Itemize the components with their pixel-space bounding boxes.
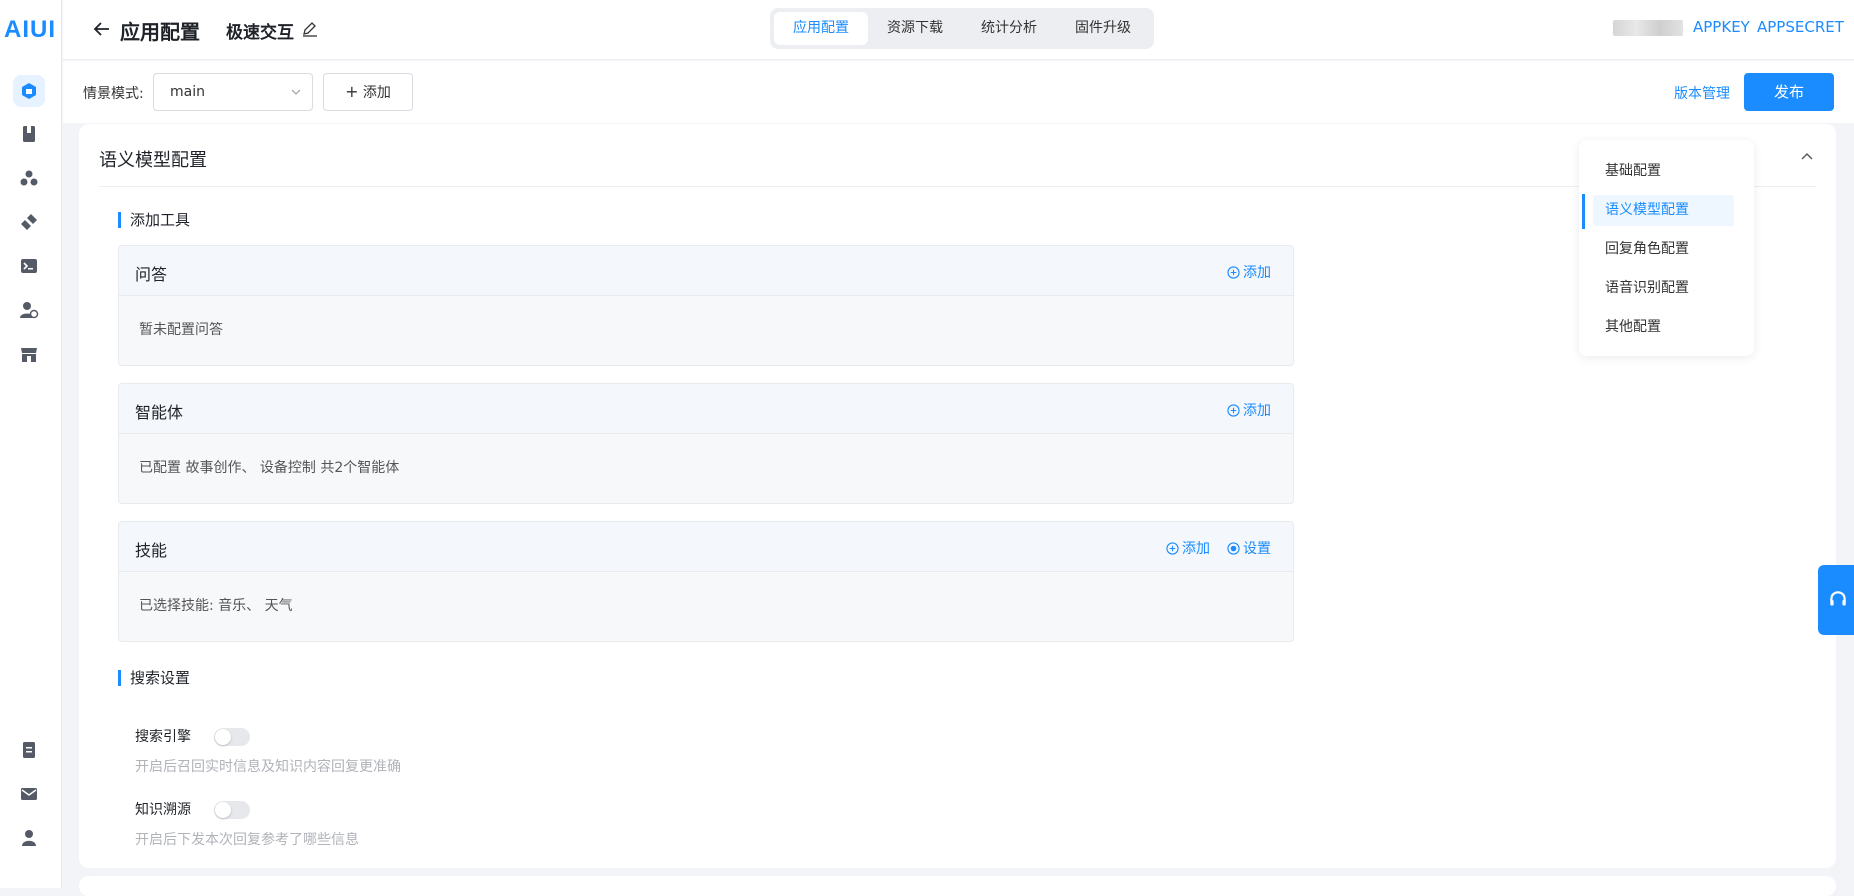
app-name: 极速交互: [226, 23, 294, 43]
tool-header: 智能体 添加: [119, 384, 1293, 434]
tool-agents: 智能体 添加 已配置 故事创作、 设备控制 共2个智能体: [118, 383, 1294, 504]
add-skill-button[interactable]: 添加: [1166, 538, 1210, 558]
add-label: 添加: [1182, 541, 1210, 557]
skill-settings-button[interactable]: 设置: [1227, 538, 1271, 558]
tab-firmware-upgrade[interactable]: 固件升级: [1056, 12, 1150, 45]
sidebar-item-profile[interactable]: [13, 822, 45, 854]
knowledge-trace-label: 知识溯源: [135, 802, 191, 818]
tool-qa: 问答 添加 暂未配置问答: [118, 245, 1294, 366]
top-bar: 应用配置 极速交互 应用配置 资源下载 统计分析 固件升级 APPKEY APP…: [63, 0, 1854, 60]
add-label: 添加: [1243, 265, 1271, 281]
add-label: 添加: [1243, 403, 1271, 419]
search-engine-label: 搜索引擎: [135, 729, 191, 745]
appkey-link[interactable]: APPKEY: [1693, 18, 1750, 36]
tool-name: 技能: [135, 541, 168, 560]
tool-status: 已配置 故事创作、 设备控制 共2个智能体: [139, 460, 400, 476]
anchor-asr-config[interactable]: 语音识别配置: [1593, 273, 1734, 304]
book-icon: [23, 126, 35, 142]
search-engine-toggle[interactable]: [214, 728, 250, 746]
tool-name: 问答: [135, 265, 168, 284]
plus-circle-icon: [1227, 403, 1240, 417]
plus-circle-icon: [1227, 265, 1240, 279]
scene-label: 情景模式:: [83, 86, 144, 102]
sidebar-item-store[interactable]: [13, 338, 45, 370]
tool-skills: 技能 添加 设置 已选择技能: 音乐、 天气: [118, 521, 1294, 642]
mail-icon: [21, 788, 37, 800]
support-button[interactable]: [1818, 565, 1854, 635]
terminal-icon: [21, 259, 37, 273]
sidebar-item-messages[interactable]: [13, 778, 45, 810]
chevron-down-icon: [291, 89, 301, 95]
document-icon: [23, 742, 35, 758]
sidebar-item-plugins[interactable]: [13, 206, 45, 238]
add-scene-button[interactable]: + 添加: [323, 73, 413, 111]
anchor-semantic-model-config[interactable]: 语义模型配置: [1593, 195, 1734, 226]
settings-icon: [1227, 541, 1240, 555]
plus-icon: +: [345, 82, 359, 101]
divider: [99, 186, 1816, 187]
user-add-icon: [20, 302, 39, 319]
version-management-link[interactable]: 版本管理: [1674, 83, 1730, 103]
sidebar-item-apps[interactable]: [13, 75, 45, 107]
tab-statistics[interactable]: 统计分析: [962, 12, 1056, 45]
sidebar-item-users[interactable]: [13, 294, 45, 326]
semantic-config-card: 语义模型配置 添加工具 问答 添加 暂未配置问答 智能体 添加 已配置 故事创作…: [79, 124, 1836, 868]
toggle-knob: [215, 802, 231, 818]
add-agent-button[interactable]: 添加: [1227, 400, 1271, 420]
tool-header: 问答 添加: [119, 246, 1293, 296]
anchor-other-config[interactable]: 其他配置: [1593, 312, 1734, 343]
toggle-knob: [215, 729, 231, 745]
aiui-logo[interactable]: AIUI: [4, 16, 56, 44]
headset-icon: [1830, 591, 1846, 606]
sidebar-item-document[interactable]: [13, 734, 45, 766]
add-tools-heading: 添加工具: [118, 212, 190, 228]
knowledge-trace-desc: 开启后下发本次回复参考了哪些信息: [135, 832, 359, 848]
scene-select[interactable]: main: [153, 73, 313, 111]
anchor-basic-config[interactable]: 基础配置: [1593, 156, 1734, 187]
app-cube-icon: [22, 83, 36, 99]
chevron-up-icon[interactable]: [1799, 148, 1815, 164]
sidebar: AIUI: [0, 0, 62, 888]
masked-appid: [1613, 20, 1683, 36]
scene-toolbar: 情景模式: main + 添加 版本管理 发布: [63, 61, 1854, 123]
add-scene-label: 添加: [362, 85, 391, 101]
sidebar-item-terminal[interactable]: [13, 250, 45, 282]
back-button[interactable]: [87, 14, 117, 44]
search-engine-desc: 开启后召回实时信息及知识内容回复更准确: [135, 759, 401, 775]
user-icon: [22, 830, 36, 846]
publish-button[interactable]: 发布: [1744, 73, 1834, 111]
scene-select-value: main: [170, 84, 205, 100]
settings-label: 设置: [1243, 541, 1271, 557]
main-tabs: 应用配置 资源下载 统计分析 固件升级: [770, 8, 1154, 49]
tab-app-config[interactable]: 应用配置: [774, 12, 868, 45]
store-icon: [21, 348, 37, 362]
edit-icon[interactable]: [301, 20, 319, 38]
sidebar-item-docs[interactable]: [13, 118, 45, 150]
tool-status: 已选择技能: 音乐、 天气: [139, 598, 293, 614]
anchor-nav: 基础配置 语义模型配置 回复角色配置 语音识别配置 其他配置: [1579, 140, 1754, 356]
appsecret-link[interactable]: APPSECRET: [1757, 18, 1844, 36]
sidebar-item-skills[interactable]: [13, 162, 45, 194]
plus-circle-icon: [1166, 541, 1179, 555]
page-title: 应用配置: [120, 20, 200, 44]
section-title: 语义模型配置: [99, 150, 207, 171]
tool-status: 暂未配置问答: [139, 322, 223, 338]
cluster-icon: [20, 170, 38, 186]
next-card: [79, 876, 1836, 896]
arrow-left-icon: [93, 22, 109, 36]
search-settings-heading: 搜索设置: [118, 670, 190, 686]
knowledge-trace-toggle[interactable]: [214, 801, 250, 819]
anchor-active-indicator: [1582, 194, 1585, 229]
tool-header: 技能 添加 设置: [119, 522, 1293, 572]
tab-resource-download[interactable]: 资源下载: [868, 12, 962, 45]
tool-name: 智能体: [135, 403, 184, 422]
plug-icon: [21, 214, 37, 230]
add-qa-button[interactable]: 添加: [1227, 262, 1271, 282]
anchor-reply-role-config[interactable]: 回复角色配置: [1593, 234, 1734, 265]
